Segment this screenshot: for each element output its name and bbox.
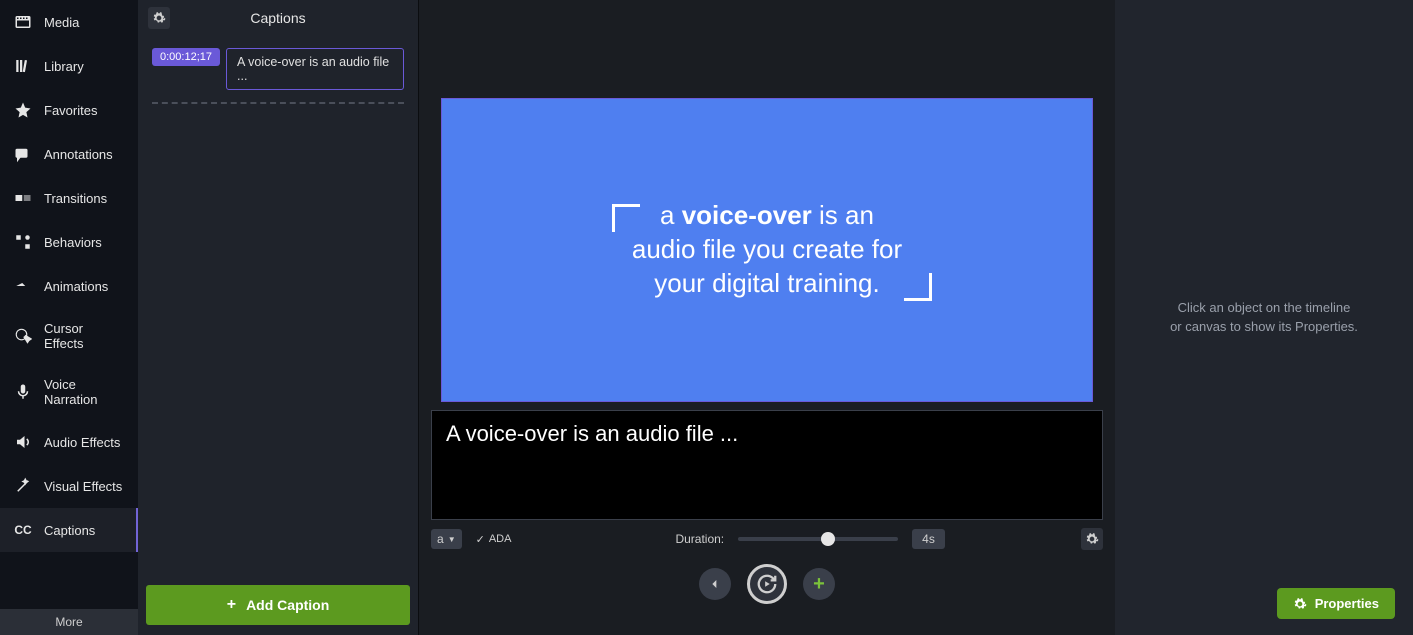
caption-preview-text: A voice-over is an audio file ... — [226, 48, 404, 90]
sidebar-item-annotations[interactable]: Annotations — [0, 132, 138, 176]
sidebar-item-audio-effects[interactable]: Audio Effects — [0, 420, 138, 464]
library-icon — [14, 57, 32, 75]
wand-icon — [14, 477, 32, 495]
microphone-icon — [14, 383, 32, 401]
captions-settings-button[interactable] — [148, 7, 170, 29]
sidebar-item-media[interactable]: Media — [0, 0, 138, 44]
captions-title: Captions — [138, 10, 418, 26]
properties-hint: Click an object on the timeline or canva… — [1170, 299, 1358, 335]
sidebar-item-captions[interactable]: CC Captions — [0, 508, 138, 552]
duration-value[interactable]: 4s — [912, 529, 945, 549]
sidebar-item-label: Library — [44, 59, 84, 74]
caption-insertion-marker — [152, 102, 404, 104]
duration-label: Duration: — [675, 532, 724, 546]
sidebar-item-behaviors[interactable]: Behaviors — [0, 220, 138, 264]
sidebar-item-visual-effects[interactable]: Visual Effects — [0, 464, 138, 508]
previous-caption-button[interactable] — [699, 568, 731, 600]
properties-button[interactable]: Properties — [1277, 588, 1395, 619]
sidebar-item-animations[interactable]: Animations — [0, 264, 138, 308]
sidebar-item-label: Favorites — [44, 103, 97, 118]
annotations-icon — [14, 145, 32, 163]
bracket-top-left — [612, 204, 640, 232]
caption-editor-settings-button[interactable] — [1081, 528, 1103, 550]
properties-panel: Click an object on the timeline or canva… — [1115, 0, 1413, 635]
cc-icon: CC — [14, 521, 32, 539]
gear-icon — [1293, 597, 1307, 611]
cursor-icon — [14, 327, 32, 345]
plus-icon: + — [813, 573, 825, 596]
ada-compliance-toggle[interactable]: ✓ ADA — [476, 533, 512, 546]
canvas[interactable]: a voice-over is an audio file you create… — [441, 98, 1093, 402]
caption-item[interactable]: 0:00:12;17 A voice-over is an audio file… — [152, 48, 404, 90]
sidebar-item-label: Visual Effects — [44, 479, 122, 494]
sidebar-item-favorites[interactable]: Favorites — [0, 88, 138, 132]
sidebar-item-label: Audio Effects — [44, 435, 120, 450]
sidebar-item-label: Transitions — [44, 191, 107, 206]
captions-list: 0:00:12;17 A voice-over is an audio file… — [138, 36, 418, 585]
playback-controls: + — [699, 564, 835, 604]
sidebar-item-label: Captions — [44, 523, 95, 538]
sidebar-item-label: Behaviors — [44, 235, 102, 250]
canvas-text-bold: voice-over — [682, 200, 812, 230]
canvas-text-line: audio file you create for — [632, 234, 902, 264]
media-icon — [14, 13, 32, 31]
plus-icon: + — [227, 596, 236, 614]
sidebar-item-cursor-effects[interactable]: Cursor Effects — [0, 308, 138, 364]
sidebar-item-label: Cursor Effects — [44, 321, 124, 351]
caption-timestamp: 0:00:12;17 — [152, 48, 220, 66]
loop-play-button[interactable] — [747, 564, 787, 604]
chevron-down-icon: ▼ — [448, 535, 456, 544]
hint-line: or canvas to show its Properties. — [1170, 319, 1358, 334]
canvas-text-line: your digital training. — [654, 268, 879, 298]
preview-area: a voice-over is an audio file you create… — [419, 0, 1115, 635]
captions-header: Captions — [138, 0, 418, 36]
ada-label: ADA — [489, 533, 512, 545]
behaviors-icon — [14, 233, 32, 251]
canvas-text-fragment: is an — [812, 200, 874, 230]
slider-thumb[interactable] — [821, 532, 835, 546]
add-caption-button[interactable]: + Add Caption — [146, 585, 410, 625]
captions-panel: Captions 0:00:12;17 A voice-over is an a… — [138, 0, 419, 635]
loop-play-icon — [756, 573, 778, 595]
add-caption-inline-button[interactable]: + — [803, 568, 835, 600]
sidebar-item-label: Animations — [44, 279, 108, 294]
sidebar-item-library[interactable]: Library — [0, 44, 138, 88]
properties-button-label: Properties — [1315, 596, 1379, 611]
hint-line: Click an object on the timeline — [1178, 300, 1351, 315]
star-icon — [14, 101, 32, 119]
sidebar-item-voice-narration[interactable]: Voice Narration — [0, 364, 138, 420]
tool-sidebar: Media Library Favorites Annotations Tran… — [0, 0, 138, 635]
sidebar-more[interactable]: More — [0, 609, 138, 635]
caption-editor-controls: a ▼ ✓ ADA Duration: 4s — [431, 520, 1103, 558]
canvas-text-fragment: a — [660, 200, 682, 230]
caption-text-editor[interactable]: A voice-over is an audio file ... — [431, 410, 1103, 520]
gear-icon — [152, 11, 166, 25]
sidebar-item-label: Media — [44, 15, 79, 30]
transitions-icon — [14, 189, 32, 207]
sidebar-item-transitions[interactable]: Transitions — [0, 176, 138, 220]
gear-icon — [1085, 532, 1099, 546]
bracket-bottom-right — [904, 273, 932, 301]
speaker-icon — [14, 433, 32, 451]
check-icon: ✓ — [476, 533, 485, 546]
add-caption-label: Add Caption — [246, 597, 329, 613]
sidebar-item-label: Voice Narration — [44, 377, 124, 407]
arrow-left-icon — [707, 576, 723, 592]
sidebar-item-label: Annotations — [44, 147, 113, 162]
animations-icon — [14, 277, 32, 295]
caption-font-dropdown[interactable]: a ▼ — [431, 529, 462, 549]
canvas-text: a voice-over is an audio file you create… — [632, 199, 902, 300]
duration-slider[interactable] — [738, 537, 898, 541]
font-glyph: a — [437, 532, 444, 546]
